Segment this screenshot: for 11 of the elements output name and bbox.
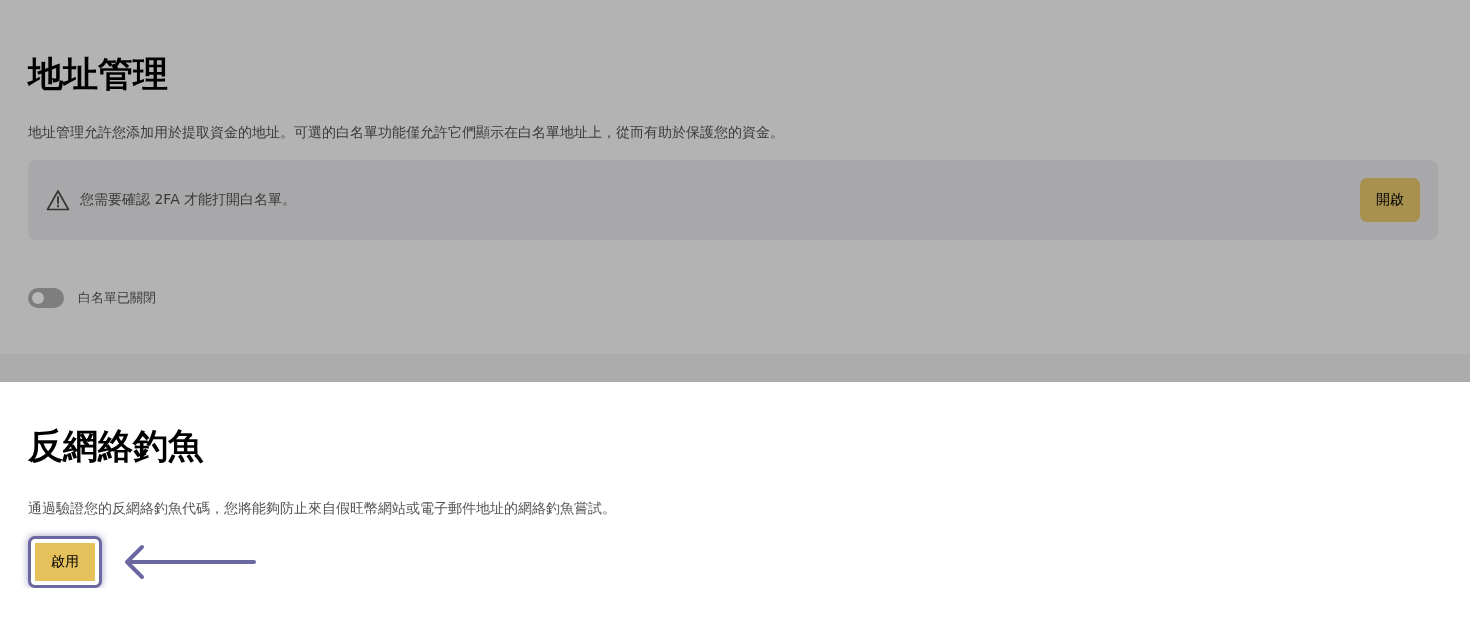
section-description: 通過驗證您的反網絡釣魚代碼，您將能夠防止來自假旺幣網站或電子郵件地址的網絡釣魚嘗試。 xyxy=(28,499,617,518)
enable-button[interactable]: 啟用 xyxy=(28,536,102,588)
section-description: 地址管理允許您添加用於提取資金的地址。可選的白名單功能僅允許它們顯示在白名單地址上，從而有助於保護您的資金。 xyxy=(28,123,785,142)
section-title: 地址管理 xyxy=(28,53,169,96)
arrow-icon xyxy=(124,544,256,580)
whitelist-toggle[interactable] xyxy=(28,288,64,308)
enable-button[interactable]: 開啟 xyxy=(1360,178,1420,222)
alert-message: 您需要確認 2FA 才能打開白名單。 xyxy=(80,191,298,209)
warning-icon xyxy=(46,189,70,211)
toggle-label: 白名單已關閉 xyxy=(78,289,156,307)
section-title: 反網絡釣魚 xyxy=(28,425,205,468)
